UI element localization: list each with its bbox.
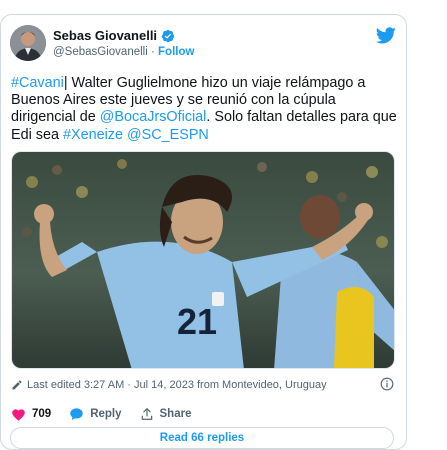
name-row: Sebas Giovanelli [53, 28, 175, 43]
edited-timestamp[interactable]: Last edited 3:27 AM · Jul 14, 2023 from … [27, 379, 327, 391]
tweet-header: Sebas Giovanelli @SebasGiovanelli · Foll… [10, 25, 396, 65]
handle-row: @SebasGiovanelli · Follow [53, 46, 194, 58]
pencil-icon [12, 380, 22, 390]
follow-button[interactable]: Follow [158, 46, 194, 58]
share-button[interactable]: Share [140, 407, 192, 421]
like-button[interactable]: 709 [11, 407, 51, 421]
mention-link[interactable]: @SC_ESPN [127, 127, 209, 143]
separator: · [150, 46, 155, 58]
reply-button[interactable]: Reply [69, 407, 122, 421]
tweet-actions: 709 Reply Share [11, 405, 209, 423]
author-handle[interactable]: @SebasGiovanelli [53, 46, 148, 58]
tweet-card: Sebas Giovanelli @SebasGiovanelli · Foll… [0, 14, 407, 450]
tweet-text: #Cavani| Walter Guglielmone hizo un viaj… [11, 75, 401, 144]
verified-badge-icon [161, 29, 175, 42]
reply-label: Reply [90, 408, 122, 420]
hashtag-link[interactable]: #Xeneize [63, 127, 123, 143]
jersey-number: 21 [177, 301, 217, 342]
info-icon[interactable] [380, 377, 394, 391]
mention-link[interactable]: @BocaJrsOficial [100, 109, 207, 125]
share-label: Share [159, 408, 192, 420]
share-icon [141, 407, 152, 420]
read-replies-button[interactable]: Read 66 replies [10, 427, 394, 449]
soccer-player-photo: 21 [12, 152, 394, 368]
heart-icon [12, 409, 25, 421]
avatar[interactable] [10, 25, 46, 61]
like-count: 709 [32, 408, 52, 420]
author-name[interactable]: Sebas Giovanelli [53, 28, 157, 43]
tweet-photo[interactable]: 21 [11, 151, 395, 369]
hashtag-link[interactable]: #Cavani [11, 75, 64, 91]
twitter-bird-icon[interactable] [376, 27, 396, 44]
tweet-meta: Last edited 3:27 AM · Jul 14, 2023 from … [11, 377, 394, 393]
reply-bubble-icon [70, 408, 83, 420]
